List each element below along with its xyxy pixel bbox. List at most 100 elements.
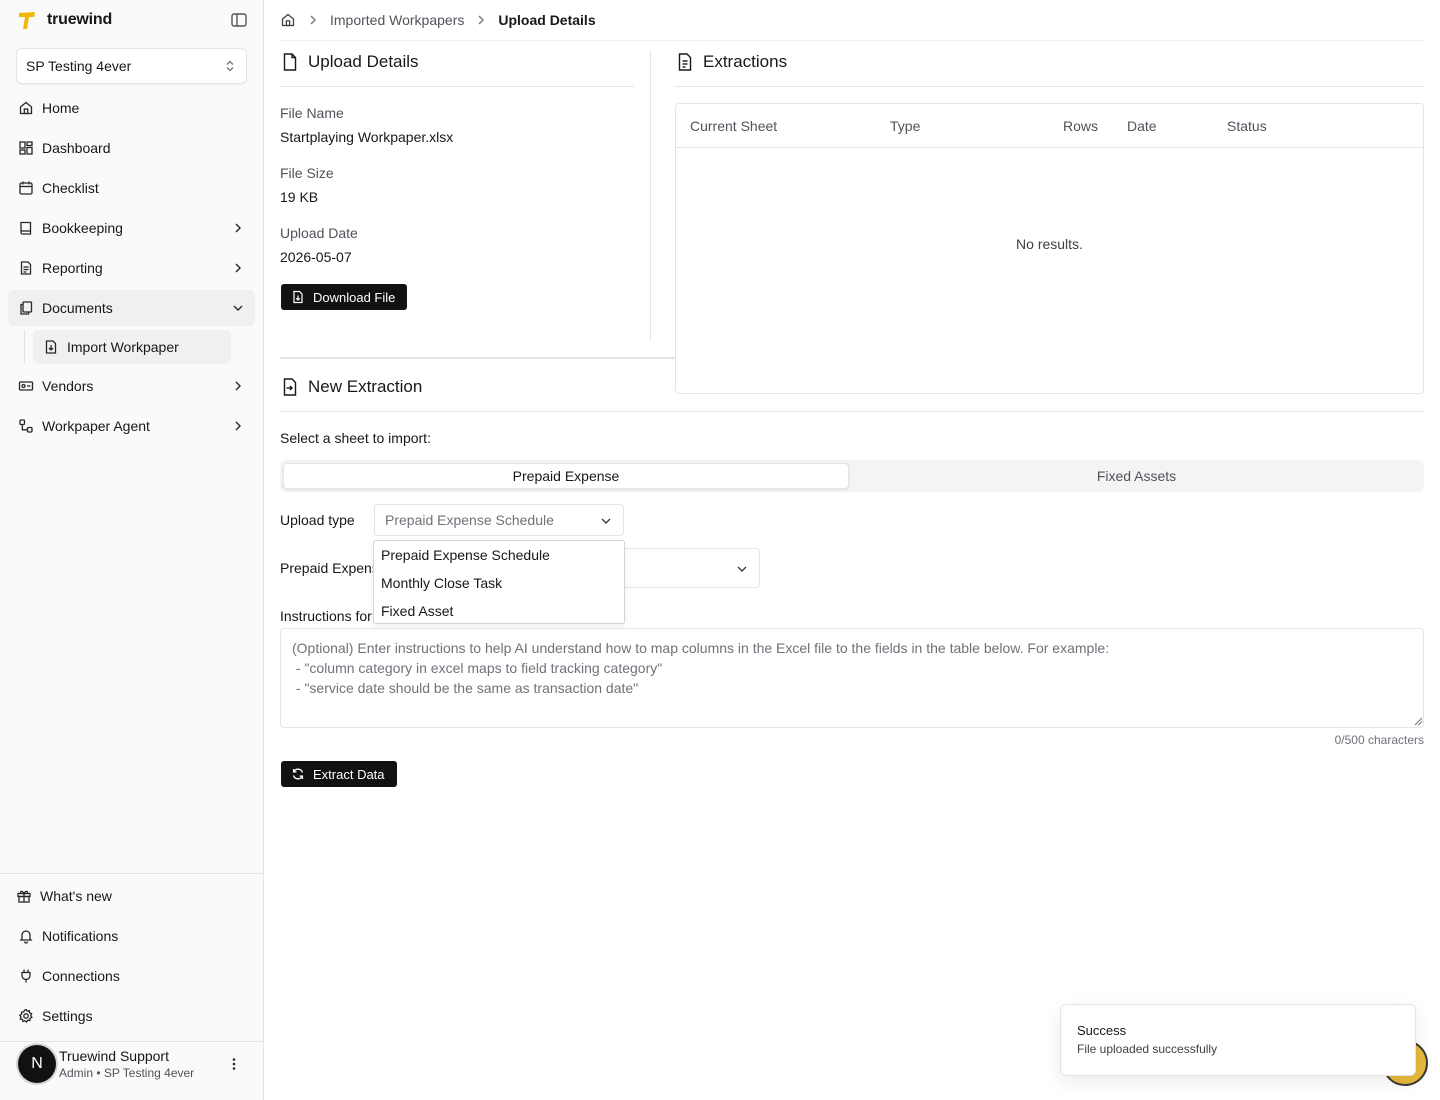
nav-item-reporting[interactable]: Reporting [8,250,255,286]
chevron-right-icon [310,15,316,25]
instructions-textarea[interactable]: (Optional) Enter instructions to help AI… [280,628,1424,728]
upload-type-dropdown: Prepaid Expense Schedule Monthly Close T… [373,540,625,624]
tab-prepaid-expense[interactable]: Prepaid Expense [283,463,849,489]
character-count: 0/500 characters [1334,733,1424,747]
extract-data-label: Extract Data [313,766,385,782]
new-extraction-divider [280,411,1424,412]
user-info: Truewind Support Admin • SP Testing 4eve… [59,1047,194,1081]
user-divider [0,1041,264,1042]
resize-grip-icon[interactable] [1414,717,1423,726]
brand: truewind [16,8,248,32]
file-name-label: File Name [280,105,344,121]
nav-item-bookkeeping[interactable]: Bookkeeping [8,210,255,246]
column-header-type: Type [890,118,921,134]
chevron-right-icon [235,263,241,273]
dashboard-icon [19,141,33,155]
footer-nav: What's new Notifications Connections Set… [8,878,255,1038]
nav-item-checklist[interactable]: Checklist [8,170,255,206]
gear-icon [18,1008,33,1023]
nav-item-notifications[interactable]: Notifications [8,918,255,954]
extractions-title: Extractions [703,52,788,71]
new-extraction-title: New Extraction [308,377,423,396]
instructions-label: Instructions for [280,608,372,624]
upload-type-value: Prepaid Expense Schedule [385,512,554,528]
extract-data-button[interactable]: Extract Data [281,761,397,787]
nav-item-documents[interactable]: Documents [8,290,255,326]
calendar-icon [19,181,33,195]
file-import-icon [45,340,57,354]
upload-details-title: Upload Details [308,52,419,71]
sheet-tabs: Prepaid Expense Fixed Assets [280,460,1424,492]
success-toast: Success File uploaded successfully [1060,1004,1416,1076]
sidebar-footer-divider [0,873,264,874]
nav-item-label: Home [42,100,80,116]
new-extraction-heading: New Extraction [280,377,422,397]
upload-details-heading: Upload Details [280,52,419,72]
workflow-icon [19,419,33,433]
more-vertical-icon[interactable] [226,1056,242,1072]
chevron-right-icon [478,15,485,25]
upload-details-divider [280,86,634,87]
sidebar-toggle-icon[interactable] [230,11,248,29]
documents-icon [20,301,33,315]
nav-item-import-workpaper[interactable]: Import Workpaper [33,330,231,364]
nav-item-label: Documents [42,300,113,316]
column-header-rows: Rows [1063,118,1099,134]
nav-item-label: Settings [42,1008,93,1024]
file-import-icon [283,378,297,396]
breadcrumb: Imported Workpapers Upload Details [280,10,596,30]
extractions-divider [675,86,1424,87]
column-header-current-sheet: Current Sheet [690,118,778,134]
nav-item-label: Import Workpaper [67,339,179,355]
nav-item-home[interactable]: Home [8,90,255,126]
column-header-date: Date [1127,118,1157,134]
upload-date-label: Upload Date [280,225,358,241]
toast-message: File uploaded successfully [1077,1042,1218,1056]
chevron-down-icon [233,305,243,311]
tab-fixed-assets[interactable]: Fixed Assets [852,463,1421,489]
nav-item-vendors[interactable]: Vendors [8,368,255,404]
dropdown-option-prepaid-expense-schedule[interactable]: Prepaid Expense Schedule [374,541,624,569]
upload-type-label: Upload type [280,512,355,528]
chevron-right-icon [235,223,241,233]
file-size-value: 19 KB [280,189,319,205]
nav-item-label: Checklist [42,180,99,196]
book-icon [20,221,32,235]
file-size-label: File Size [280,165,334,181]
user-menu[interactable]: N Truewind Support Admin • SP Testing 4e… [18,1044,248,1084]
upload-type-select[interactable]: Prepaid Expense Schedule [374,504,624,536]
home-icon [19,101,33,115]
user-name: Truewind Support [59,1048,169,1064]
download-file-button[interactable]: Download File [281,284,408,310]
breadcrumb-parent[interactable]: Imported Workpapers [330,12,464,28]
dropdown-option-monthly-close-task[interactable]: Monthly Close Task [374,569,624,597]
nav-item-settings[interactable]: Settings [8,998,255,1034]
nav-item-whats-new[interactable]: What's new [8,878,255,914]
file-download-icon [293,290,303,304]
brand-name: truewind [47,11,113,28]
upload-date-value: 2026-05-07 [280,249,352,265]
organization-select[interactable]: SP Testing 4ever [16,48,247,84]
file-list-icon [678,53,692,71]
table-header: Current Sheet Type Rows Date Status [676,104,1423,148]
extractions-heading: Extractions [675,52,787,72]
plug-icon [21,969,31,983]
nav-item-workpaper-agent[interactable]: Workpaper Agent [8,408,255,444]
dropdown-option-fixed-asset[interactable]: Fixed Asset [374,597,624,625]
file-name-value: Startplaying Workpaper.xlsx [280,129,454,145]
header-divider [280,40,1424,41]
home-icon[interactable] [280,12,296,28]
chevron-down-icon [737,566,747,572]
vendor-card-icon [18,381,34,391]
nav-item-label: Connections [42,968,120,984]
user-role: Admin • SP Testing 4ever [59,1066,195,1080]
new-extraction-top-divider [280,357,675,359]
nav-item-label: Reporting [42,260,103,276]
nav-item-label: Workpaper Agent [42,418,150,434]
nav-item-dashboard[interactable]: Dashboard [8,130,255,166]
truewind-logo-icon [19,12,35,29]
nav-item-connections[interactable]: Connections [8,958,255,994]
breadcrumb-current: Upload Details [498,12,596,28]
prepaid-expense-label: Prepaid Expens [280,560,379,576]
nav-item-label: Bookkeeping [42,220,123,236]
